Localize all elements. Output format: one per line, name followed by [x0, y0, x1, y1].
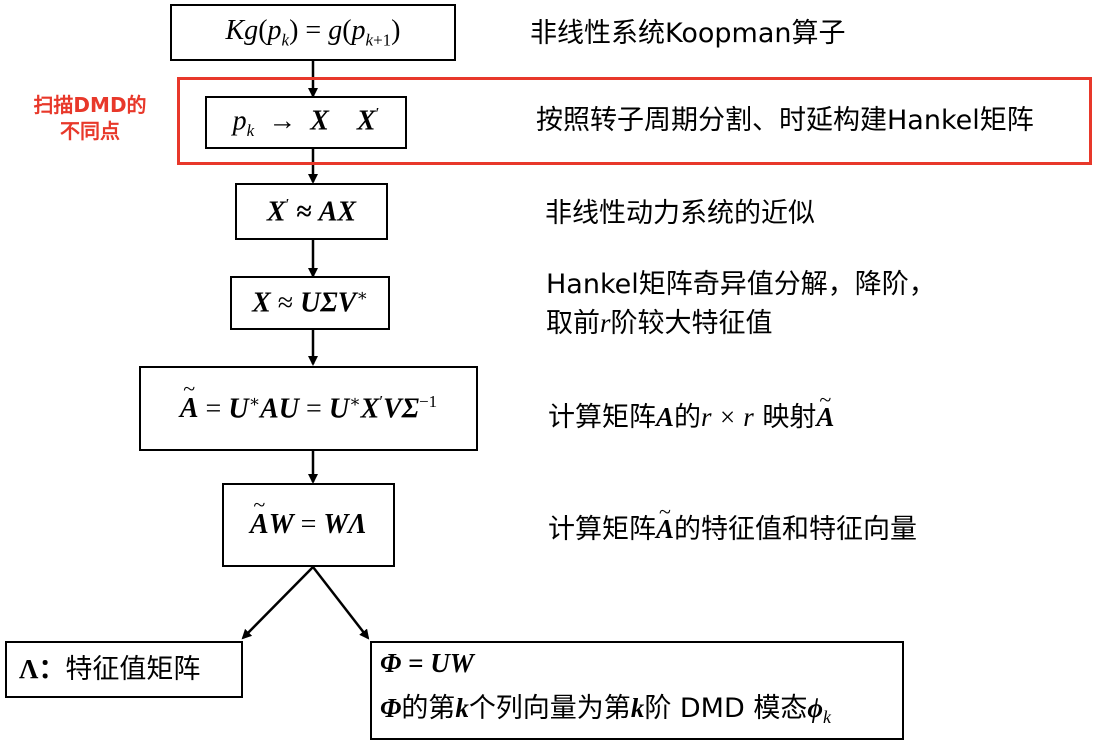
desc-hankel: 按照转子周期分割、时延构建Hankel矩阵 [536, 105, 1034, 136]
box-svd: X ≈ UΣV∗ [230, 276, 390, 330]
box-eigenvalue-matrix: Λ：特征值矩阵 [5, 641, 243, 698]
arrow-6-left [241, 566, 314, 640]
dmd-mode-definition: Φ的第k个列向量为第k阶 DMD 模态ϕk [380, 692, 831, 728]
annotation-line-2: 不同点 [60, 119, 120, 143]
annotation-line-1: 扫描DMD的 [33, 93, 147, 117]
desc-eigen: 计算矩阵A的特征值和特征向量 [548, 510, 917, 549]
box-eigen-decomp: AW = WΛ [222, 483, 395, 567]
box-hankel-split: pk → X X′ [205, 96, 407, 149]
arrow-6-right [312, 566, 370, 640]
box-linear-approx: X′ ≈ AX [235, 183, 388, 240]
dmd-mode-formula: Φ = UW [380, 647, 474, 678]
flowchart-canvas: Kg(pk) = g(pk+1) 非线性系统Koopman算子 扫描DMD的 不… [0, 0, 1116, 754]
desc-svd-line-1: Hankel矩阵奇异值分解，降阶， [546, 269, 936, 300]
box-koopman-operator: Kg(pk) = g(pk+1) [170, 4, 456, 61]
desc-svd-line-2: 取前r阶较大特征值 [546, 308, 773, 339]
desc-approx: 非线性动力系统的近似 [545, 198, 815, 229]
desc-koopman: 非线性系统Koopman算子 [530, 18, 846, 49]
annotation-note: 扫描DMD的 不同点 [20, 92, 160, 144]
desc-svd: Hankel矩阵奇异值分解，降阶， 取前r阶较大特征值 [546, 266, 936, 343]
box-reduced-operator: A = U∗AU = U∗X′VΣ−1 [139, 366, 478, 451]
desc-reduced: 计算矩阵A的r × r 映射A [548, 398, 834, 437]
box-dmd-modes: Φ = UW Φ的第k个列向量为第k阶 DMD 模态ϕk [370, 641, 904, 740]
